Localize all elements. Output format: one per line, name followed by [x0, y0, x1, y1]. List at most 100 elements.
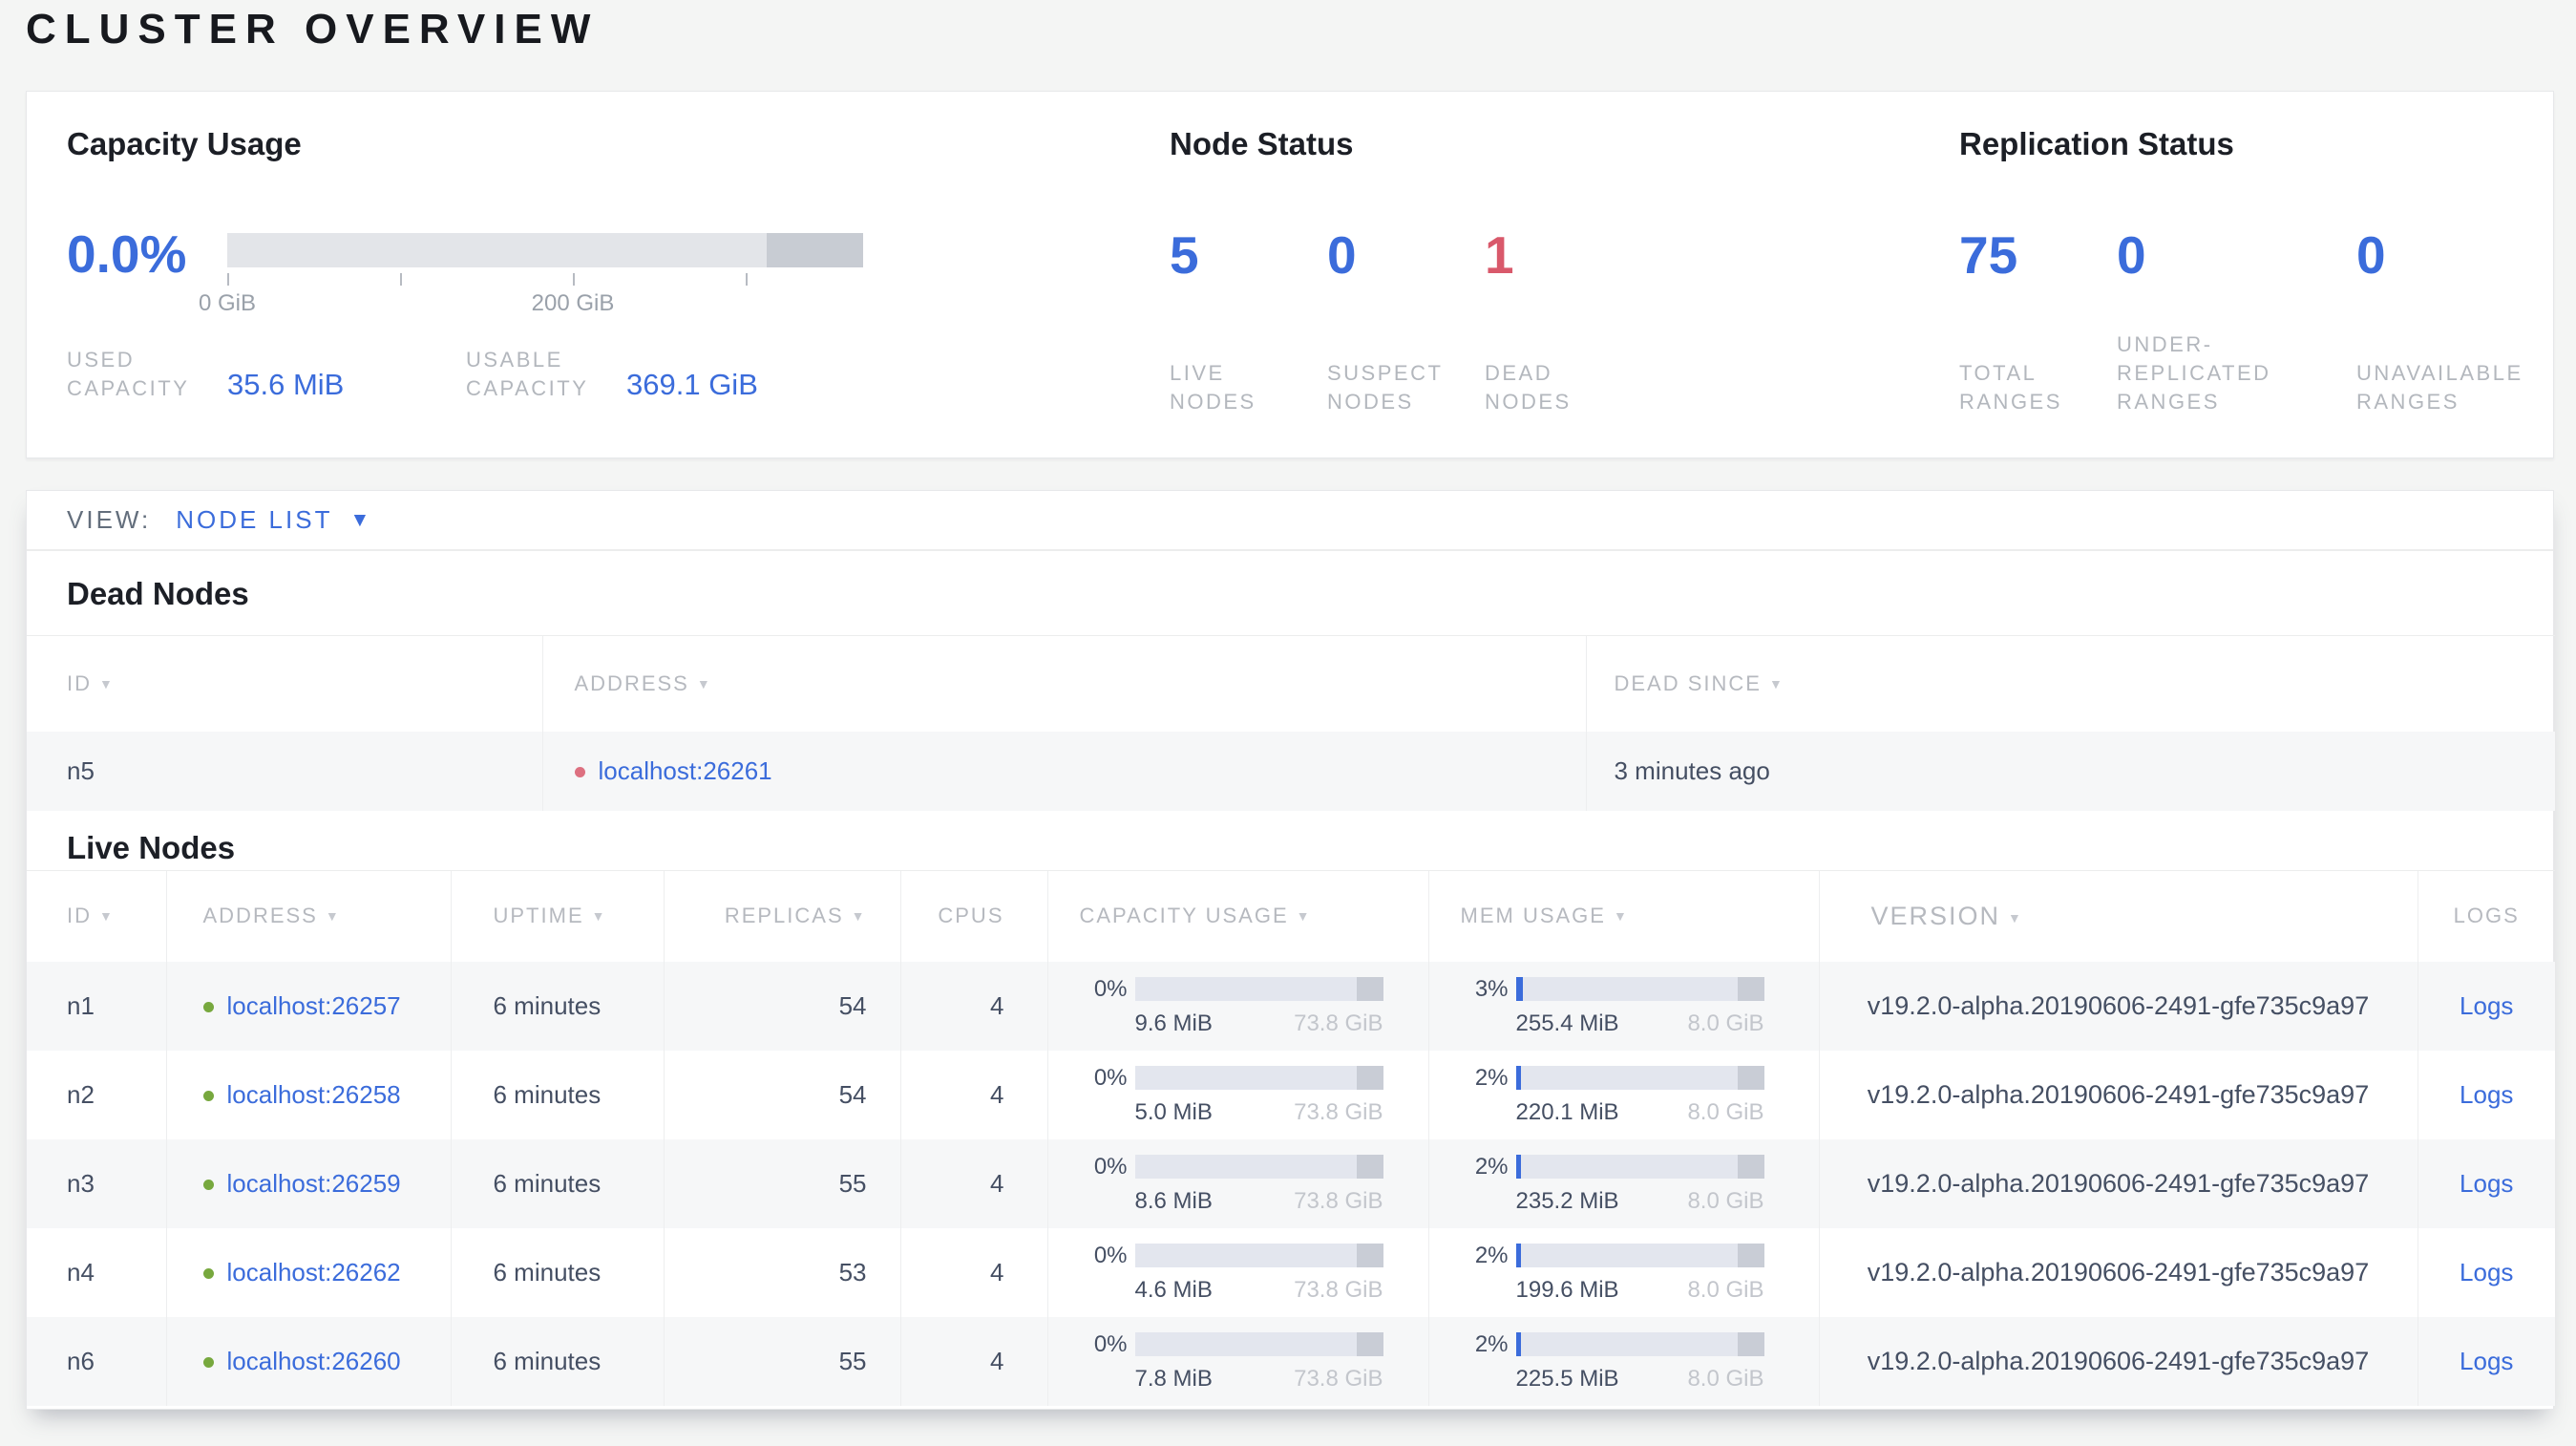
replication-status-title: Replication Status	[1959, 126, 2234, 161]
used-capacity-label: USED CAPACITY	[67, 348, 190, 400]
live-col-header-id[interactable]: ID ▼	[27, 869, 166, 962]
total-ranges-value: 75	[1959, 225, 2018, 285]
capacity-stats: USED CAPACITY 35.6 MiB USABLE CAPACITY 3…	[67, 346, 865, 403]
node-address-cell: localhost:26261	[541, 731, 1586, 811]
uptime-cell: 6 minutes	[450, 962, 664, 1051]
table-header-row: ID ▼ ADDRESS ▼ UPTIME ▼ REPLICAS ▼ CPUS CAPA…	[27, 869, 2555, 962]
capacity-used-value: 8.6 MiB	[1134, 1187, 1213, 1214]
mem-usage-cell: 2% 235.2 MiB 8.0 GiB	[1427, 1139, 1819, 1228]
memory-used-value: 220.1 MiB	[1515, 1098, 1619, 1125]
under-replicated-ranges-label: UNDER-REPLICATED RANGES	[2117, 332, 2271, 414]
node-address-link[interactable]: localhost:26257	[227, 991, 401, 1020]
total-ranges-label: TOTAL RANGES	[1959, 361, 2062, 414]
capacity-usage-bar: 0 GiB 200 GiB	[199, 233, 863, 316]
dead-nodes-stat: 1 DEAD NODES	[1485, 227, 1642, 416]
version-cell: v19.2.0-alpha.20190606-2491-gfe735c9a97	[1818, 962, 2418, 1051]
live-col-header-address[interactable]: ADDRESS ▼	[165, 869, 451, 962]
memory-meter: 2% 199.6 MiB 8.0 GiB	[1461, 1243, 1819, 1304]
node-address-link[interactable]: localhost:26261	[599, 756, 772, 785]
live-status-dot-icon	[202, 1357, 214, 1368]
replicas-cell: 54	[663, 962, 900, 1051]
live-col-header-uptime[interactable]: UPTIME ▼	[450, 869, 664, 962]
mem-usage-cell: 2% 220.1 MiB 8.0 GiB	[1427, 1051, 1819, 1139]
capacity-used-value: 4.6 MiB	[1134, 1276, 1213, 1303]
capacity-meter-bar	[1134, 977, 1383, 1001]
memory-meter-bar	[1515, 1244, 1764, 1267]
capacity-total-value: 73.8 GiB	[1294, 1010, 1383, 1036]
memory-total-value: 8.0 GiB	[1687, 1098, 1764, 1125]
memory-meter-bar	[1515, 1155, 1764, 1179]
node-address-link[interactable]: localhost:26259	[227, 1169, 401, 1198]
logs-link[interactable]: Logs	[2460, 1347, 2513, 1375]
logs-link[interactable]: Logs	[2460, 1258, 2513, 1287]
memory-meter-fill	[1515, 1332, 1521, 1356]
capacity-meter: 0% 9.6 MiB 73.8 GiB	[1080, 976, 1428, 1037]
version-cell: v19.2.0-alpha.20190606-2491-gfe735c9a97	[1818, 1051, 2418, 1139]
cpus-cell: 4	[899, 1317, 1047, 1406]
col-label: REPLICAS	[724, 904, 844, 928]
col-label: UPTIME	[493, 904, 584, 928]
suspect-nodes-label: SUSPECT NODES	[1327, 361, 1444, 414]
view-label: VIEW:	[67, 505, 152, 534]
capacity-meter-bar	[1134, 1066, 1383, 1090]
col-label: ID	[67, 904, 92, 928]
live-col-header-logs: LOGS	[2417, 869, 2555, 962]
table-row: n1 localhost:26257 6 minutes 54 4 0% 9.6…	[27, 962, 2555, 1051]
memory-total-value: 8.0 GiB	[1687, 1010, 1764, 1036]
memory-percent-label: 2%	[1474, 1330, 1509, 1357]
dead-nodes-heading: Dead Nodes	[67, 576, 249, 611]
live-status-dot-icon	[202, 1268, 214, 1279]
memory-used-value: 255.4 MiB	[1515, 1010, 1619, 1036]
capacity-percent-label: 0%	[1093, 1330, 1128, 1357]
capacity-meter: 0% 7.8 MiB 73.8 GiB	[1080, 1331, 1428, 1393]
dead-col-header-dead-since[interactable]: DEAD SINCE ▼	[1585, 635, 2555, 732]
view-mode-dropdown[interactable]: NODE LIST ▼	[176, 505, 370, 535]
node-address-link[interactable]: localhost:26258	[227, 1080, 401, 1109]
col-label: ID	[67, 670, 92, 695]
dead-col-header-address[interactable]: ADDRESS ▼	[541, 635, 1586, 732]
memory-meter-bar	[1515, 977, 1764, 1001]
logs-link[interactable]: Logs	[2460, 1080, 2513, 1109]
dead-col-header-id[interactable]: ID ▼	[27, 635, 542, 732]
memory-meter: 2% 220.1 MiB 8.0 GiB	[1461, 1065, 1819, 1126]
capacity-meter-bar	[1134, 1332, 1383, 1356]
version-cell: v19.2.0-alpha.20190606-2491-gfe735c9a97	[1818, 1317, 2418, 1406]
version-cell: v19.2.0-alpha.20190606-2491-gfe735c9a97	[1818, 1228, 2418, 1317]
live-col-header-capacity[interactable]: CAPACITY USAGE ▼	[1046, 869, 1428, 962]
memory-meter-bar	[1515, 1066, 1764, 1090]
under-replicated-ranges-stat: 0 UNDER-REPLICATED RANGES	[2117, 227, 2356, 416]
cpus-cell: 4	[899, 962, 1047, 1051]
capacity-usage-cell: 0% 4.6 MiB 73.8 GiB	[1046, 1228, 1428, 1317]
table-row: n6 localhost:26260 6 minutes 55 4 0% 7.8…	[27, 1317, 2555, 1406]
node-address-link[interactable]: localhost:26262	[227, 1258, 401, 1287]
memory-used-value: 225.5 MiB	[1515, 1365, 1619, 1392]
live-col-header-memory[interactable]: MEM USAGE ▼	[1427, 869, 1819, 962]
logs-cell: Logs	[2417, 1051, 2555, 1139]
live-col-header-cpus: CPUS	[899, 869, 1047, 962]
live-nodes-label: LIVE NODES	[1170, 361, 1256, 414]
memory-meter-fill	[1515, 1155, 1521, 1179]
capacity-meter-bar	[1134, 1155, 1383, 1179]
capacity-used-value: 5.0 MiB	[1134, 1098, 1213, 1125]
axis-tick	[227, 273, 229, 286]
col-label: CAPACITY USAGE	[1079, 904, 1289, 928]
sort-desc-icon: ▼	[99, 675, 115, 691]
logs-link[interactable]: Logs	[2460, 991, 2513, 1020]
usable-capacity-label: USABLE CAPACITY	[466, 348, 589, 400]
col-label: DEAD SINCE	[1614, 670, 1762, 695]
capacity-meter: 0% 8.6 MiB 73.8 GiB	[1080, 1154, 1428, 1215]
uptime-cell: 6 minutes	[450, 1317, 664, 1406]
node-address-link[interactable]: localhost:26260	[227, 1347, 401, 1375]
cpus-cell: 4	[899, 1228, 1047, 1317]
logs-link[interactable]: Logs	[2460, 1169, 2513, 1198]
replicas-cell: 54	[663, 1051, 900, 1139]
memory-meter: 2% 235.2 MiB 8.0 GiB	[1461, 1154, 1819, 1215]
sort-desc-icon: ▼	[696, 675, 712, 691]
axis-tick	[573, 273, 575, 286]
col-label: CPUS	[938, 904, 1004, 928]
node-list-card: VIEW: NODE LIST ▼ Dead Nodes ID ▼ ADDRESS…	[26, 490, 2555, 1410]
capacity-percent: 0.0%	[67, 224, 187, 284]
sort-desc-icon: ▼	[325, 908, 341, 925]
live-col-header-replicas[interactable]: REPLICAS ▼	[663, 869, 900, 962]
live-col-header-version[interactable]: VERSION ▼	[1818, 869, 2418, 962]
